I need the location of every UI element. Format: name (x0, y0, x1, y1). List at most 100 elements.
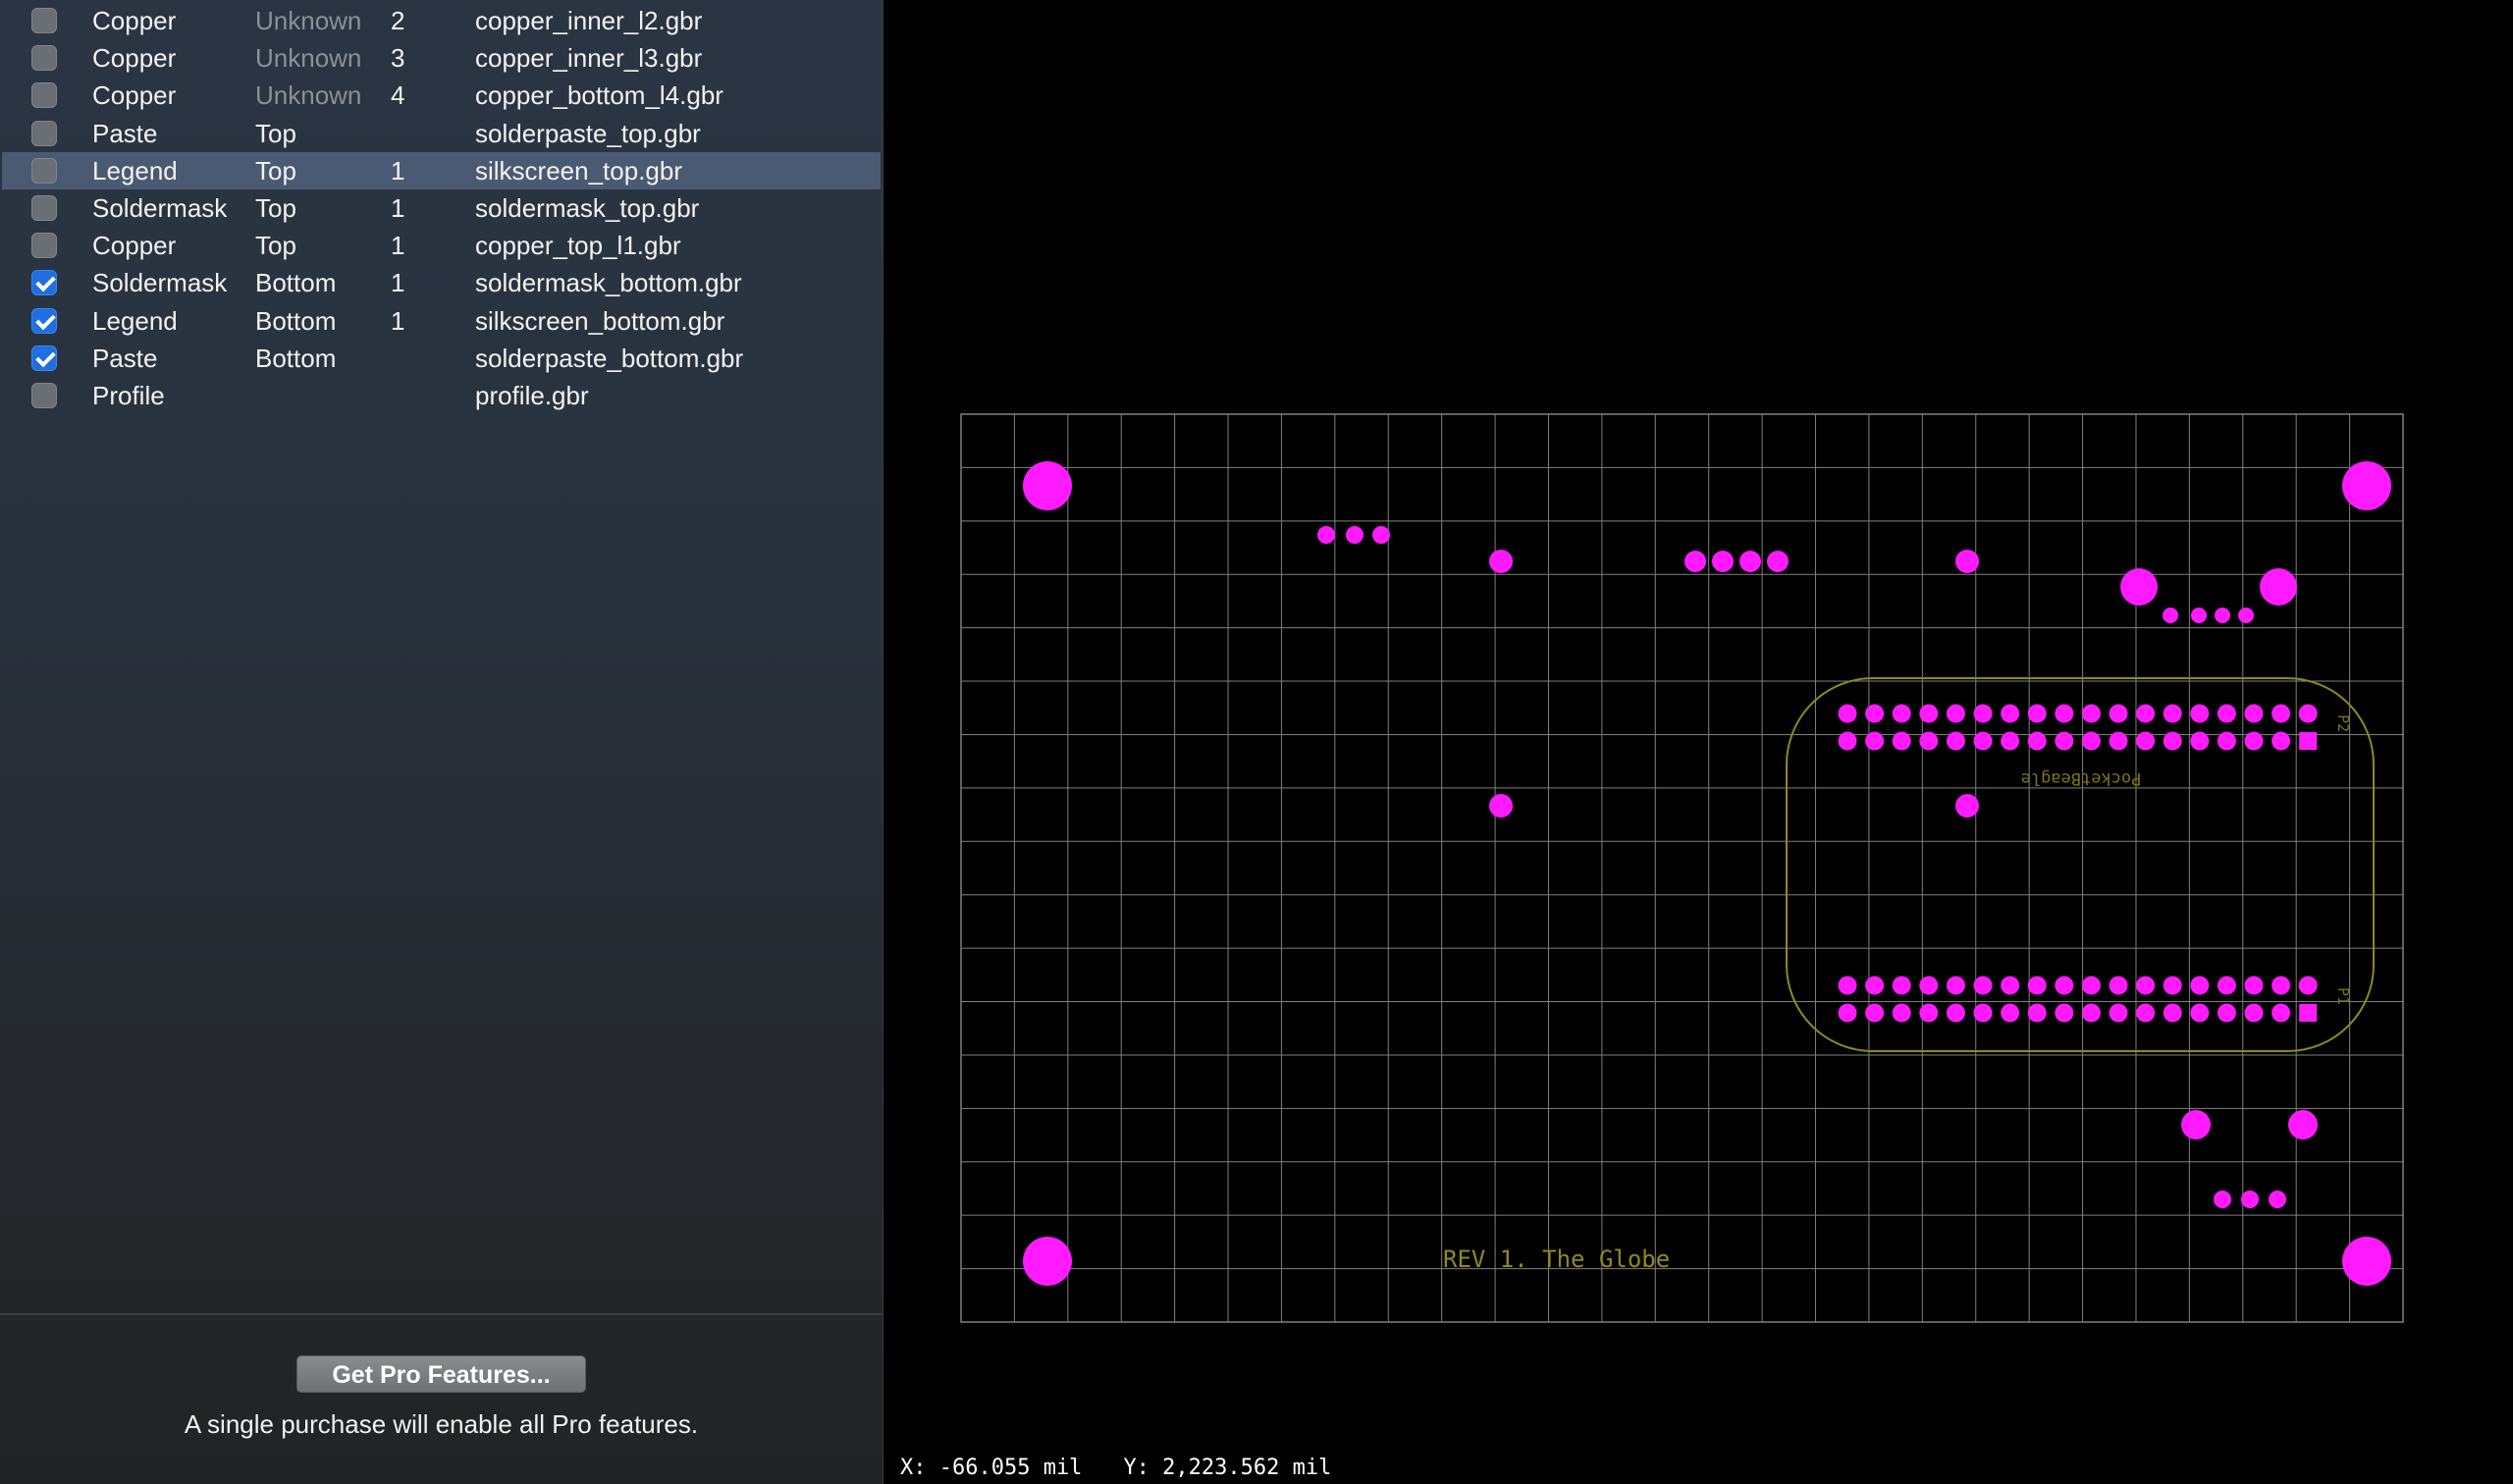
pad (2191, 608, 2207, 623)
pad (1865, 704, 1885, 723)
pad (2055, 731, 2074, 751)
pad (1973, 704, 1993, 723)
pad (1346, 526, 1363, 544)
pad (1739, 551, 1761, 572)
header-label-bottom: P1 (2334, 987, 2352, 1005)
pad (1973, 976, 1993, 995)
pad (1317, 526, 1335, 544)
pad (1892, 976, 1911, 995)
pad (2027, 731, 2047, 751)
pad (2217, 704, 2236, 723)
cursor-y: Y: 2,223.562 mil (1123, 1456, 1332, 1480)
pad (1712, 551, 1734, 572)
silkscreen-layer: PocketBeagle P2 P1 REV 1. The Globe (1443, 677, 2375, 1273)
pad (1865, 1003, 1885, 1023)
pad (2120, 568, 2158, 606)
pad (2163, 1003, 2182, 1023)
board-profile-outline (960, 413, 2404, 1323)
pad (2260, 568, 2297, 606)
pad (1892, 731, 1911, 751)
pad (1919, 976, 1939, 995)
pad (2109, 704, 2128, 723)
pad (2342, 461, 2391, 510)
pad (2272, 976, 2291, 995)
pad (2298, 704, 2318, 723)
pad (1955, 550, 1979, 573)
header-label-top: P2 (2334, 715, 2352, 732)
pad (2163, 976, 2182, 995)
pad (1767, 551, 1789, 572)
pad (2163, 731, 2182, 751)
pad (1919, 1003, 1939, 1023)
cursor-coordinates: X: -66.055 mil Y: 2,223.562 mil (900, 1456, 1372, 1480)
pad (1892, 1003, 1911, 1023)
pad (2163, 704, 2182, 723)
pad (2244, 731, 2264, 751)
pad (2244, 704, 2264, 723)
pad (2027, 704, 2047, 723)
pad-square (2299, 732, 2318, 750)
pad (2244, 1003, 2264, 1023)
pad (1892, 704, 1911, 723)
pad (2081, 976, 2101, 995)
pad (1023, 1237, 1072, 1286)
pad (2217, 976, 2236, 995)
pad (2081, 704, 2101, 723)
pad (1838, 731, 1857, 751)
pad (2244, 976, 2264, 995)
pad (2272, 704, 2291, 723)
pad (1919, 704, 1939, 723)
pad (1838, 976, 1857, 995)
pad (2109, 1003, 2128, 1023)
pad (2272, 1003, 2291, 1023)
pad (1489, 794, 1513, 818)
pad (1489, 550, 1513, 573)
pad (2288, 1110, 2318, 1140)
pad (1946, 731, 1965, 751)
mirrored-board-name: PocketBeagle (2021, 768, 2142, 788)
pad (2136, 731, 2156, 751)
pad (2055, 1003, 2074, 1023)
pad (2027, 976, 2047, 995)
pad (2241, 1191, 2259, 1208)
pad (2269, 1191, 2286, 1208)
pad (2055, 704, 2074, 723)
pad (2136, 704, 2156, 723)
revision-text: REV 1. The Globe (1443, 1246, 1670, 1273)
board-grid (960, 413, 2404, 1323)
pad (2001, 976, 2020, 995)
pad (1838, 704, 1857, 723)
pad (2298, 976, 2318, 995)
pad (2001, 731, 2020, 751)
pad (2238, 608, 2254, 623)
pad (2215, 608, 2230, 623)
pad (2214, 1191, 2231, 1208)
pad (1946, 976, 1965, 995)
pad (2081, 731, 2101, 751)
pad (2109, 731, 2128, 751)
pad (2055, 976, 2074, 995)
pad (1946, 1003, 1965, 1023)
pad (2001, 1003, 2020, 1023)
pad (2190, 1003, 2210, 1023)
pad (1919, 731, 1939, 751)
board-view[interactable]: PocketBeagle P2 P1 REV 1. The Globe (0, 0, 2513, 1443)
pad (2181, 1110, 2211, 1140)
pad (2027, 1003, 2047, 1023)
pad (2190, 731, 2210, 751)
pad (2163, 608, 2178, 623)
pad (1372, 526, 1390, 544)
pad (1973, 1003, 1993, 1023)
pad (1684, 551, 1706, 572)
pad (1865, 976, 1885, 995)
pad (2081, 1003, 2101, 1023)
pad (2217, 1003, 2236, 1023)
cursor-x: X: -66.055 mil (900, 1456, 1083, 1480)
pad (2272, 731, 2291, 751)
pad (2109, 976, 2128, 995)
pad (2217, 731, 2236, 751)
pad (1946, 704, 1965, 723)
pad (2190, 704, 2210, 723)
pad (1955, 794, 1979, 818)
pad (1865, 731, 1885, 751)
